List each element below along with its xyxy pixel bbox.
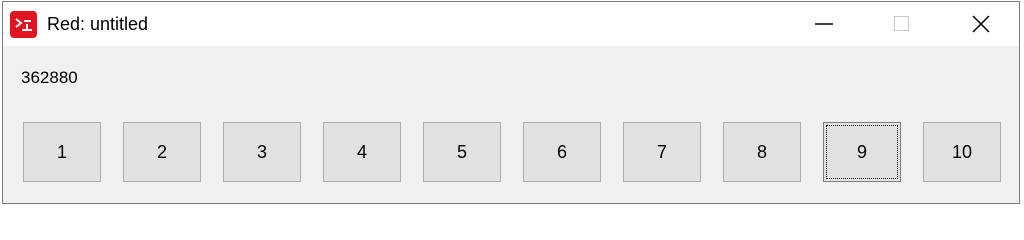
close-button[interactable] bbox=[956, 2, 1002, 46]
number-button-6[interactable]: 6 bbox=[523, 122, 601, 182]
number-button-1[interactable]: 1 bbox=[23, 122, 101, 182]
number-button-3[interactable]: 3 bbox=[223, 122, 301, 182]
number-button-8[interactable]: 8 bbox=[723, 122, 801, 182]
minimize-icon bbox=[815, 23, 833, 25]
maximize-icon bbox=[894, 16, 909, 31]
window-title: Red: untitled bbox=[47, 14, 149, 34]
title-bar[interactable]: Red: untitled bbox=[3, 2, 1019, 46]
red-logo-icon[interactable] bbox=[10, 11, 37, 38]
minimize-button[interactable] bbox=[798, 2, 844, 46]
number-button-10[interactable]: 10 bbox=[923, 122, 1001, 182]
maximize-button[interactable] bbox=[876, 2, 922, 46]
app-window: Red: untitled 362880 1 2 3 4 5 6 7 8 9 1… bbox=[2, 1, 1020, 204]
number-button-2[interactable]: 2 bbox=[123, 122, 201, 182]
number-button-5[interactable]: 5 bbox=[423, 122, 501, 182]
number-button-9[interactable]: 9 bbox=[823, 122, 901, 182]
number-button-7[interactable]: 7 bbox=[623, 122, 701, 182]
number-button-4[interactable]: 4 bbox=[323, 122, 401, 182]
close-icon bbox=[972, 15, 990, 33]
output-text: 362880 bbox=[21, 68, 78, 87]
